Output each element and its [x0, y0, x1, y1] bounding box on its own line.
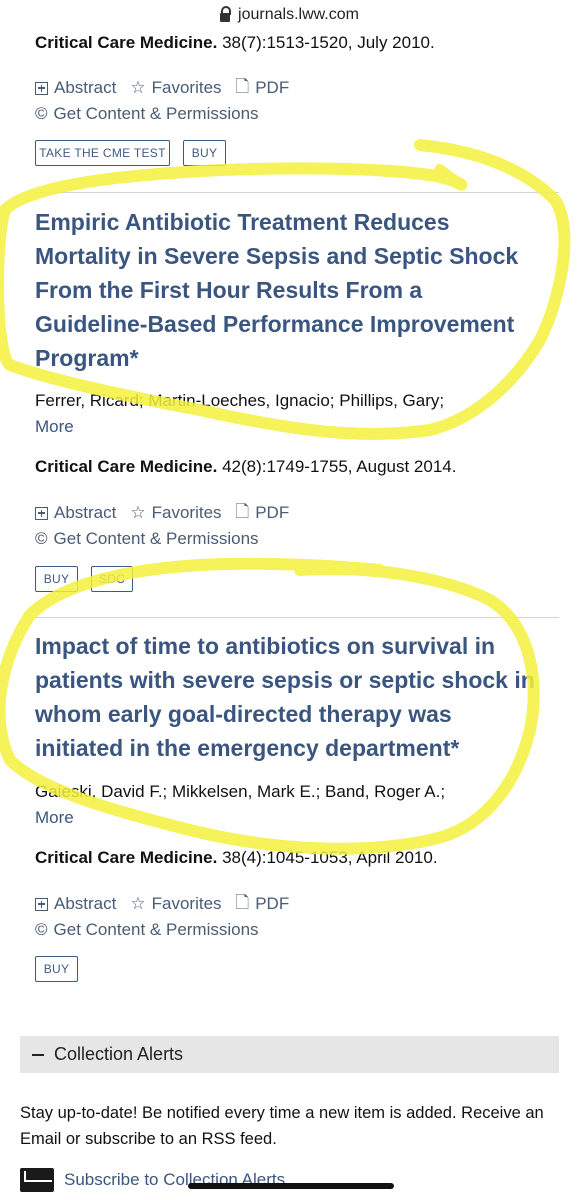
journal-name: Critical Care Medicine.	[35, 848, 218, 867]
pdf-link[interactable]: 🗋 PDF	[236, 499, 290, 528]
lock-icon	[220, 5, 232, 22]
favorites-label: Favorites	[151, 78, 222, 97]
article-actions: Abstract ☆ Favorites 🗋 PDF © Get Content & …	[35, 891, 303, 943]
plus-box-icon	[35, 506, 48, 520]
divider	[35, 617, 559, 618]
buy-button[interactable]: BUY	[35, 566, 78, 592]
buy-button[interactable]: BUY	[183, 140, 226, 166]
collection-alerts-toggle[interactable]: Collection Alerts	[20, 1036, 559, 1073]
collection-alerts-header: Collection Alerts	[54, 1044, 184, 1064]
copyright-icon: ©	[35, 920, 48, 939]
citation-details: 42(8):1749-1755, August 2014.	[217, 457, 457, 476]
citation-details: 38(4):1045-1053, April 2010.	[217, 848, 438, 867]
journal-name: Critical Care Medicine.	[35, 33, 218, 52]
url-text: journals.lww.com	[238, 6, 359, 23]
abstract-link[interactable]: Abstract	[35, 503, 116, 523]
plus-box-icon	[35, 897, 48, 911]
favorites-label: Favorites	[151, 894, 222, 913]
article-authors: Ferrer, Ricard; Martin-Loeches, Ignacio;…	[35, 388, 555, 440]
pdf-link[interactable]: 🗋 PDF	[236, 74, 290, 103]
pdf-icon: 🗋	[235, 892, 250, 912]
favorites-link[interactable]: ☆ Favorites	[130, 894, 221, 914]
permissions-link[interactable]: © Get Content & Permissions	[35, 104, 259, 124]
article-title-link[interactable]: Empiric Antibiotic Treatment Reduces Mor…	[35, 205, 535, 375]
permissions-label: Get Content & Permissions	[53, 920, 259, 939]
pdf-label: PDF	[255, 503, 290, 522]
star-icon: ☆	[130, 78, 146, 97]
sdc-button[interactable]: SDC	[91, 566, 133, 592]
abstract-label: Abstract	[54, 78, 117, 97]
pdf-label: PDF	[255, 78, 290, 97]
copyright-icon: ©	[35, 104, 48, 123]
citation-details: 38(7):1513-1520, July 2010.	[217, 33, 435, 52]
article-actions: Abstract ☆ Favorites 🗋 PDF © Get Content & …	[35, 500, 303, 552]
copyright-icon: ©	[35, 529, 48, 548]
article-authors: Gaieski, David F.; Mikkelsen, Mark E.; B…	[35, 779, 555, 831]
more-authors-link[interactable]: More	[35, 417, 74, 436]
authors-text: Ferrer, Ricard; Martin-Loeches, Ignacio;…	[35, 391, 445, 410]
cme-test-button[interactable]: TAKE THE CME TEST	[35, 140, 170, 166]
pdf-icon: 🗋	[235, 501, 250, 521]
authors-text: Gaieski, David F.; Mikkelsen, Mark E.; B…	[35, 782, 446, 801]
journal-citation: Critical Care Medicine. 38(4):1045-1053,…	[35, 848, 438, 868]
home-indicator[interactable]	[188, 1183, 394, 1189]
article-title-link[interactable]: Impact of time to antibiotics on surviva…	[35, 629, 535, 765]
favorites-label: Favorites	[151, 503, 222, 522]
article-actions: Abstract ☆ Favorites 🗋 PDF © Get Content & …	[35, 75, 303, 127]
permissions-label: Get Content & Permissions	[53, 529, 259, 548]
pdf-link[interactable]: 🗋 PDF	[236, 890, 290, 919]
minus-icon	[32, 1053, 44, 1056]
plus-box-icon	[35, 81, 48, 95]
favorites-link[interactable]: ☆ Favorites	[130, 503, 221, 523]
journal-citation: Critical Care Medicine. 38(7):1513-1520,…	[35, 33, 435, 53]
buy-button[interactable]: BUY	[35, 956, 78, 982]
abstract-link[interactable]: Abstract	[35, 894, 116, 914]
url-bar[interactable]: journals.lww.com	[0, 0, 579, 30]
divider	[35, 192, 559, 193]
envelope-icon	[20, 1168, 54, 1192]
permissions-link[interactable]: © Get Content & Permissions	[35, 529, 259, 549]
abstract-label: Abstract	[54, 503, 117, 522]
collection-alerts-description: Stay up-to-date! Be notified every time …	[20, 1104, 544, 1148]
pdf-label: PDF	[255, 894, 290, 913]
journal-citation: Critical Care Medicine. 42(8):1749-1755,…	[35, 457, 456, 477]
abstract-link[interactable]: Abstract	[35, 78, 116, 98]
star-icon: ☆	[130, 503, 146, 522]
journal-name: Critical Care Medicine.	[35, 457, 218, 476]
favorites-link[interactable]: ☆ Favorites	[130, 78, 221, 98]
more-authors-link[interactable]: More	[35, 808, 74, 827]
permissions-label: Get Content & Permissions	[53, 104, 259, 123]
highlight-annotations	[0, 139, 571, 855]
permissions-link[interactable]: © Get Content & Permissions	[35, 920, 259, 940]
star-icon: ☆	[130, 894, 146, 913]
abstract-label: Abstract	[54, 894, 117, 913]
pdf-icon: 🗋	[235, 76, 250, 96]
